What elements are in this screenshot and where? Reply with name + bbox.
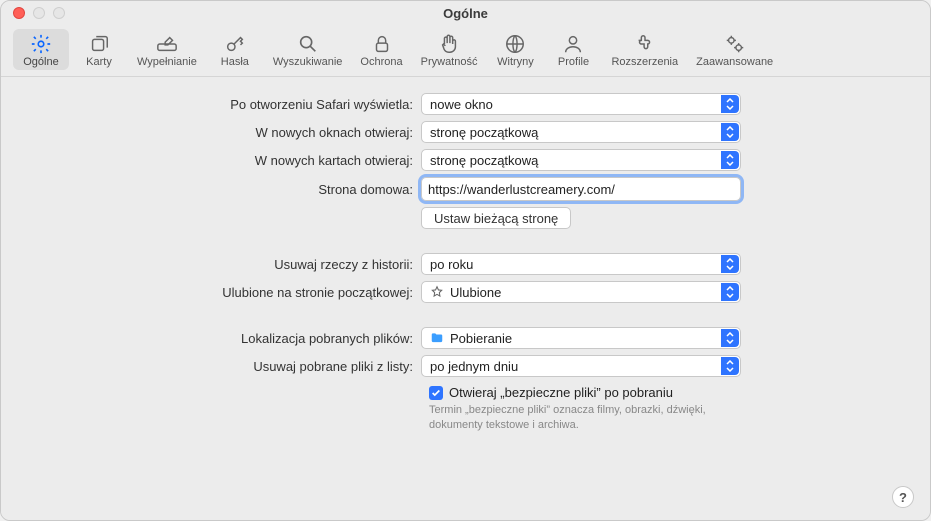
help-button[interactable]: ? [892, 486, 914, 508]
label-new-windows: W nowych oknach otwieraj: [41, 125, 421, 140]
tab-general[interactable]: Ogólne [13, 29, 69, 70]
select-remove-history[interactable]: po roku [421, 253, 741, 275]
select-on-open[interactable]: nowe okno [421, 93, 741, 115]
tab-label: Wypełnianie [137, 56, 197, 68]
select-remove-downloads[interactable]: po jednym dniu [421, 355, 741, 377]
help-icon: ? [899, 490, 907, 505]
lock-icon [371, 33, 393, 55]
label-remove-downloads: Usuwaj pobrane pliki z listy: [41, 359, 421, 374]
hand-icon [438, 33, 460, 55]
tabs-icon [88, 33, 110, 55]
select-new-tabs[interactable]: stronę początkową [421, 149, 741, 171]
tab-autofill[interactable]: Wypełnianie [129, 29, 205, 70]
close-button[interactable] [13, 7, 25, 19]
chevron-updown-icon [721, 357, 739, 375]
puzzle-icon [634, 33, 656, 55]
globe-icon [504, 33, 526, 55]
tab-profiles[interactable]: Profile [545, 29, 601, 70]
chevron-updown-icon [721, 95, 739, 113]
chevron-updown-icon [721, 255, 739, 273]
button-label: Ustaw bieżącą stronę [434, 211, 558, 226]
tab-label: Zaawansowane [696, 56, 773, 68]
homepage-input[interactable] [421, 177, 741, 201]
tab-websites[interactable]: Witryny [487, 29, 543, 70]
tab-security[interactable]: Ochrona [352, 29, 410, 70]
content-area: Po otworzeniu Safari wyświetla: nowe okn… [1, 77, 930, 520]
label-homepage: Strona domowa: [41, 182, 421, 197]
folder-icon [430, 331, 444, 345]
set-homepage-button[interactable]: Ustaw bieżącą stronę [421, 207, 571, 229]
tab-label: Profile [558, 56, 589, 68]
pencil-field-icon [156, 33, 178, 55]
select-value: po roku [430, 257, 473, 272]
tab-advanced[interactable]: Zaawansowane [688, 29, 781, 70]
select-value: po jednym dniu [430, 359, 518, 374]
tab-search[interactable]: Wyszukiwanie [265, 29, 351, 70]
tab-label: Witryny [497, 56, 534, 68]
tab-label: Karty [86, 56, 112, 68]
star-icon [430, 285, 444, 299]
select-favorites-start[interactable]: Ulubione [421, 281, 741, 303]
label-downloads-location: Lokalizacja pobranych plików: [41, 331, 421, 346]
chevron-updown-icon [721, 329, 739, 347]
open-safe-files-checkbox[interactable] [429, 386, 443, 400]
maximize-button[interactable] [53, 7, 65, 19]
select-value: Ulubione [450, 285, 501, 300]
key-icon [224, 33, 246, 55]
tab-privacy[interactable]: Prywatność [413, 29, 486, 70]
chevron-updown-icon [721, 151, 739, 169]
tab-extensions[interactable]: Rozszerzenia [603, 29, 686, 70]
tab-label: Ogólne [23, 56, 58, 68]
tab-passwords[interactable]: Hasła [207, 29, 263, 70]
tab-label: Wyszukiwanie [273, 56, 343, 68]
select-downloads-location[interactable]: Pobieranie [421, 327, 741, 349]
label-remove-history: Usuwaj rzeczy z historii: [41, 257, 421, 272]
window-title: Ogólne [1, 6, 930, 21]
label-on-open: Po otworzeniu Safari wyświetla: [41, 97, 421, 112]
person-icon [562, 33, 584, 55]
gear-icon [30, 33, 52, 55]
minimize-button[interactable] [33, 7, 45, 19]
tab-tabs[interactable]: Karty [71, 29, 127, 70]
select-value: stronę początkową [430, 125, 538, 140]
select-new-windows[interactable]: stronę początkową [421, 121, 741, 143]
open-safe-files-description: Termin „bezpieczne pliki” oznacza filmy,… [429, 403, 749, 433]
gears-icon [724, 33, 746, 55]
tab-label: Hasła [221, 56, 249, 68]
select-value: stronę początkową [430, 153, 538, 168]
traffic-lights [9, 7, 65, 19]
select-value: nowe okno [430, 97, 493, 112]
label-favorites-start: Ulubione na stronie początkowej: [41, 285, 421, 300]
chevron-updown-icon [721, 283, 739, 301]
tab-label: Rozszerzenia [611, 56, 678, 68]
tab-label: Prywatność [421, 56, 478, 68]
titlebar: Ogólne [1, 1, 930, 25]
toolbar: Ogólne Karty Wypełnianie Hasła Wyszukiwa… [1, 25, 930, 77]
chevron-updown-icon [721, 123, 739, 141]
tab-label: Ochrona [360, 56, 402, 68]
open-safe-files-label: Otwieraj „bezpieczne pliki” po pobraniu [449, 385, 673, 400]
preferences-window: Ogólne Ogólne Karty Wypełnianie Hasła [0, 0, 931, 521]
search-icon [297, 33, 319, 55]
select-value: Pobieranie [450, 331, 512, 346]
label-new-tabs: W nowych kartach otwieraj: [41, 153, 421, 168]
